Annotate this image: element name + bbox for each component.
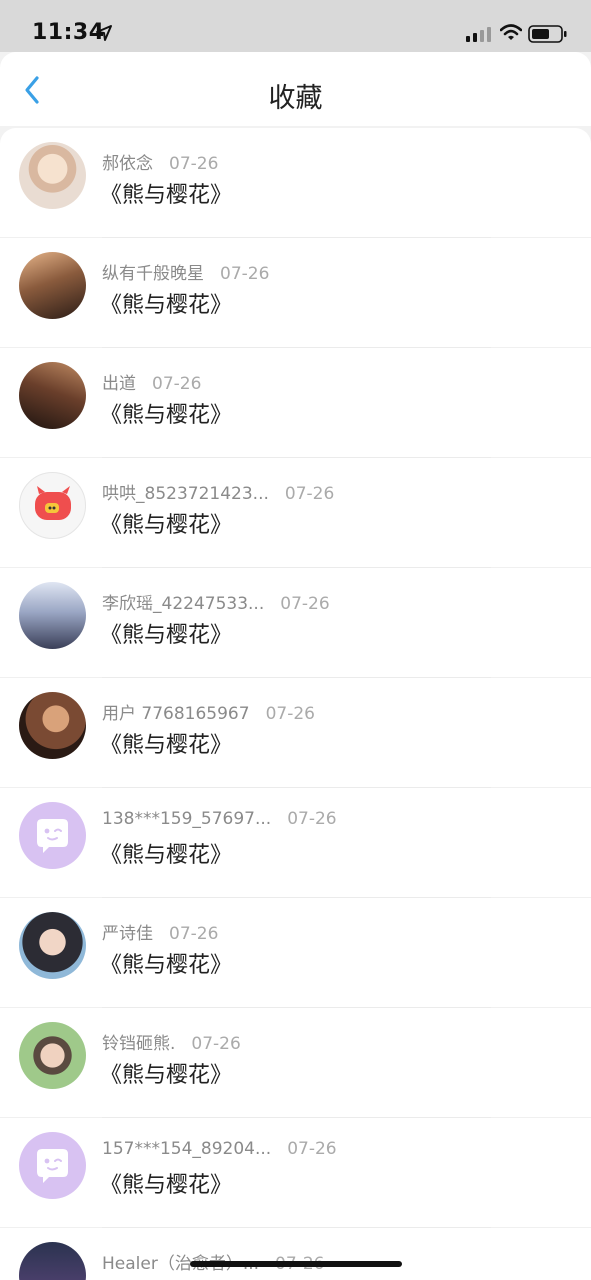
default-avatar-chat-icon [37, 819, 68, 853]
page-title: 收藏 [268, 83, 323, 114]
wifi-icon [500, 24, 522, 40]
list-item[interactable]: 李欣瑶_42247533... 07-26 《熊与樱花》 [0, 568, 591, 678]
default-avatar-chat-icon [37, 1149, 68, 1183]
location-arrow-icon [96, 25, 112, 41]
item-meta: 郝依念 07-26 [102, 149, 218, 174]
avatar[interactable] [19, 912, 86, 979]
list-item[interactable]: 纵有千般晚星 07-26 《熊与樱花》 [0, 238, 591, 348]
work-title: 《熊与樱花》 [100, 1063, 233, 1088]
date: 07-26 [220, 264, 270, 284]
pig-sticker-icon [35, 486, 71, 520]
list-item[interactable]: 用户 7768165967 07-26 《熊与樱花》 [0, 678, 591, 788]
username: 138***159_57697... [102, 809, 272, 829]
avatar[interactable] [19, 362, 86, 429]
username: 157***154_89204... [102, 1139, 272, 1159]
item-meta: 纵有千般晚星 07-26 [102, 259, 269, 284]
avatar[interactable] [19, 1022, 86, 1089]
work-title: 《熊与樱花》 [100, 843, 233, 868]
item-meta: 157***154_89204... 07-26 [102, 1139, 337, 1159]
date: 07-26 [287, 809, 337, 829]
item-meta: 用户 7768165967 07-26 [102, 699, 315, 724]
work-title: 《熊与樱花》 [100, 183, 233, 208]
item-meta: 出道 07-26 [102, 369, 201, 394]
item-meta: 李欣瑶_42247533... 07-26 [102, 589, 330, 614]
item-meta: 严诗佳 07-26 [102, 919, 218, 944]
list-item[interactable]: 138***159_57697... 07-26 《熊与樱花》 [0, 788, 591, 898]
favorites-screen: 11:34 收藏 郝依念 07-26 《熊与樱花》 纵有千般晚星 07-26 《… [0, 0, 591, 1280]
date: 07-26 [152, 374, 202, 394]
item-meta: 铃铛砸熊. 07-26 [102, 1029, 241, 1054]
favorites-list: 郝依念 07-26 《熊与樱花》 纵有千般晚星 07-26 《熊与樱花》 出道 07-… [0, 128, 591, 1280]
list-item[interactable]: 157***154_89204... 07-26 《熊与樱花》 [0, 1118, 591, 1228]
status-time: 11:34 [32, 20, 105, 45]
date: 07-26 [287, 1139, 337, 1159]
battery-icon [528, 25, 567, 43]
username: 郝依念 [102, 154, 153, 174]
list-item[interactable]: 郝依念 07-26 《熊与樱花》 [0, 128, 591, 238]
cellular-signal-icon [466, 27, 491, 42]
avatar[interactable] [19, 472, 86, 539]
list-item[interactable]: 出道 07-26 《熊与樱花》 [0, 348, 591, 458]
username: 出道 [102, 374, 136, 394]
avatar[interactable] [19, 1242, 86, 1280]
work-title: 《熊与樱花》 [100, 733, 233, 758]
date: 07-26 [191, 1034, 241, 1054]
home-indicator[interactable] [190, 1261, 402, 1267]
status-bar: 11:34 [0, 0, 591, 52]
date: 07-26 [169, 924, 219, 944]
list-item[interactable]: 铃铛砸熊. 07-26 《熊与樱花》 [0, 1008, 591, 1118]
avatar[interactable] [19, 692, 86, 759]
date: 07-26 [169, 154, 219, 174]
date: 07-26 [265, 704, 315, 724]
username: 哄哄_8523721423... [102, 484, 269, 504]
work-title: 《熊与樱花》 [100, 513, 233, 538]
avatar[interactable] [19, 802, 86, 869]
nav-bar: 收藏 [0, 52, 591, 126]
avatar[interactable] [19, 142, 86, 209]
avatar[interactable] [19, 252, 86, 319]
avatar[interactable] [19, 1132, 86, 1199]
username: 纵有千般晚星 [102, 264, 204, 284]
username: 严诗佳 [102, 924, 153, 944]
work-title: 《熊与樱花》 [100, 953, 233, 978]
work-title: 《熊与樱花》 [100, 623, 233, 648]
date: 07-26 [280, 594, 330, 614]
work-title: 《熊与樱花》 [100, 403, 233, 428]
username: 铃铛砸熊. [102, 1034, 176, 1054]
work-title: 《熊与樱花》 [100, 1173, 233, 1198]
item-meta: 哄哄_8523721423... 07-26 [102, 479, 334, 504]
username: 李欣瑶_42247533... [102, 594, 265, 614]
list-item[interactable]: 哄哄_8523721423... 07-26 《熊与樱花》 [0, 458, 591, 568]
date: 07-26 [284, 484, 335, 504]
username: 用户 7768165967 [102, 704, 250, 724]
list-item[interactable]: 严诗佳 07-26 《熊与樱花》 [0, 898, 591, 1008]
avatar[interactable] [19, 582, 86, 649]
list-item[interactable]: Healer（治愈者）...07-26 [0, 1228, 591, 1280]
work-title: 《熊与樱花》 [100, 293, 233, 318]
item-meta: 138***159_57697... 07-26 [102, 809, 337, 829]
